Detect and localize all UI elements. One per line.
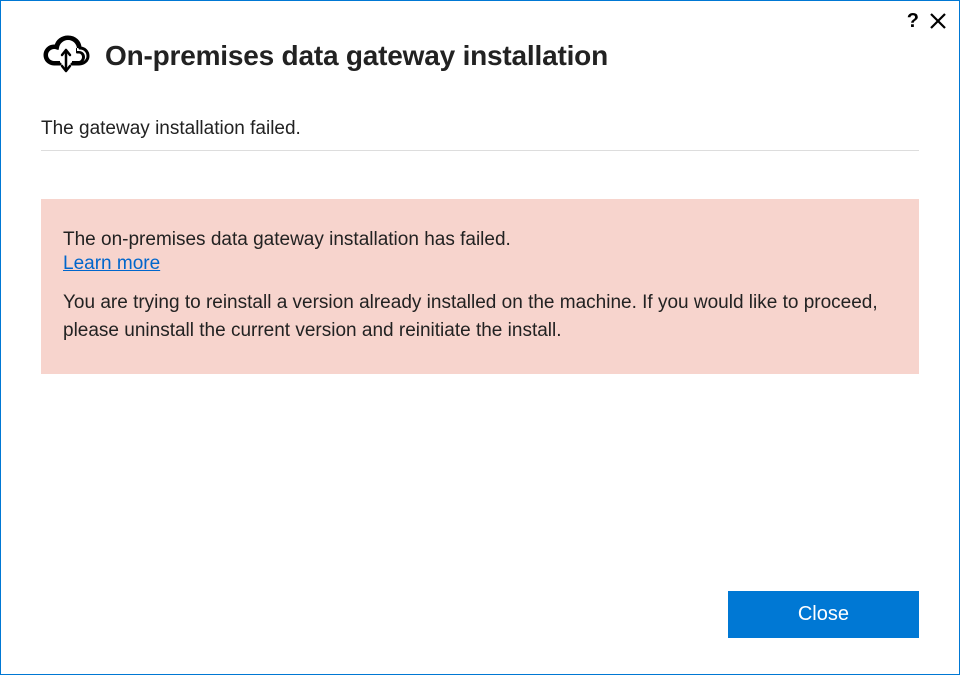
error-detail: You are trying to reinstall a version al… bbox=[63, 289, 897, 344]
cloud-gateway-icon bbox=[41, 33, 91, 78]
footer: Close bbox=[1, 591, 959, 674]
error-heading: The on-premises data gateway installatio… bbox=[63, 229, 897, 251]
page-title: On-premises data gateway installation bbox=[105, 40, 608, 72]
header: On-premises data gateway installation bbox=[1, 1, 959, 88]
help-icon[interactable]: ? bbox=[907, 11, 919, 31]
status-message: The gateway installation failed. bbox=[41, 118, 919, 151]
titlebar-controls: ? bbox=[907, 11, 947, 31]
installer-window: ? On-premises data gateway installation … bbox=[0, 0, 960, 675]
error-box: The on-premises data gateway installatio… bbox=[41, 199, 919, 374]
window-close-icon[interactable] bbox=[929, 12, 947, 30]
learn-more-link[interactable]: Learn more bbox=[63, 253, 160, 275]
close-button[interactable]: Close bbox=[728, 591, 919, 638]
status-area: The gateway installation failed. bbox=[1, 118, 959, 151]
